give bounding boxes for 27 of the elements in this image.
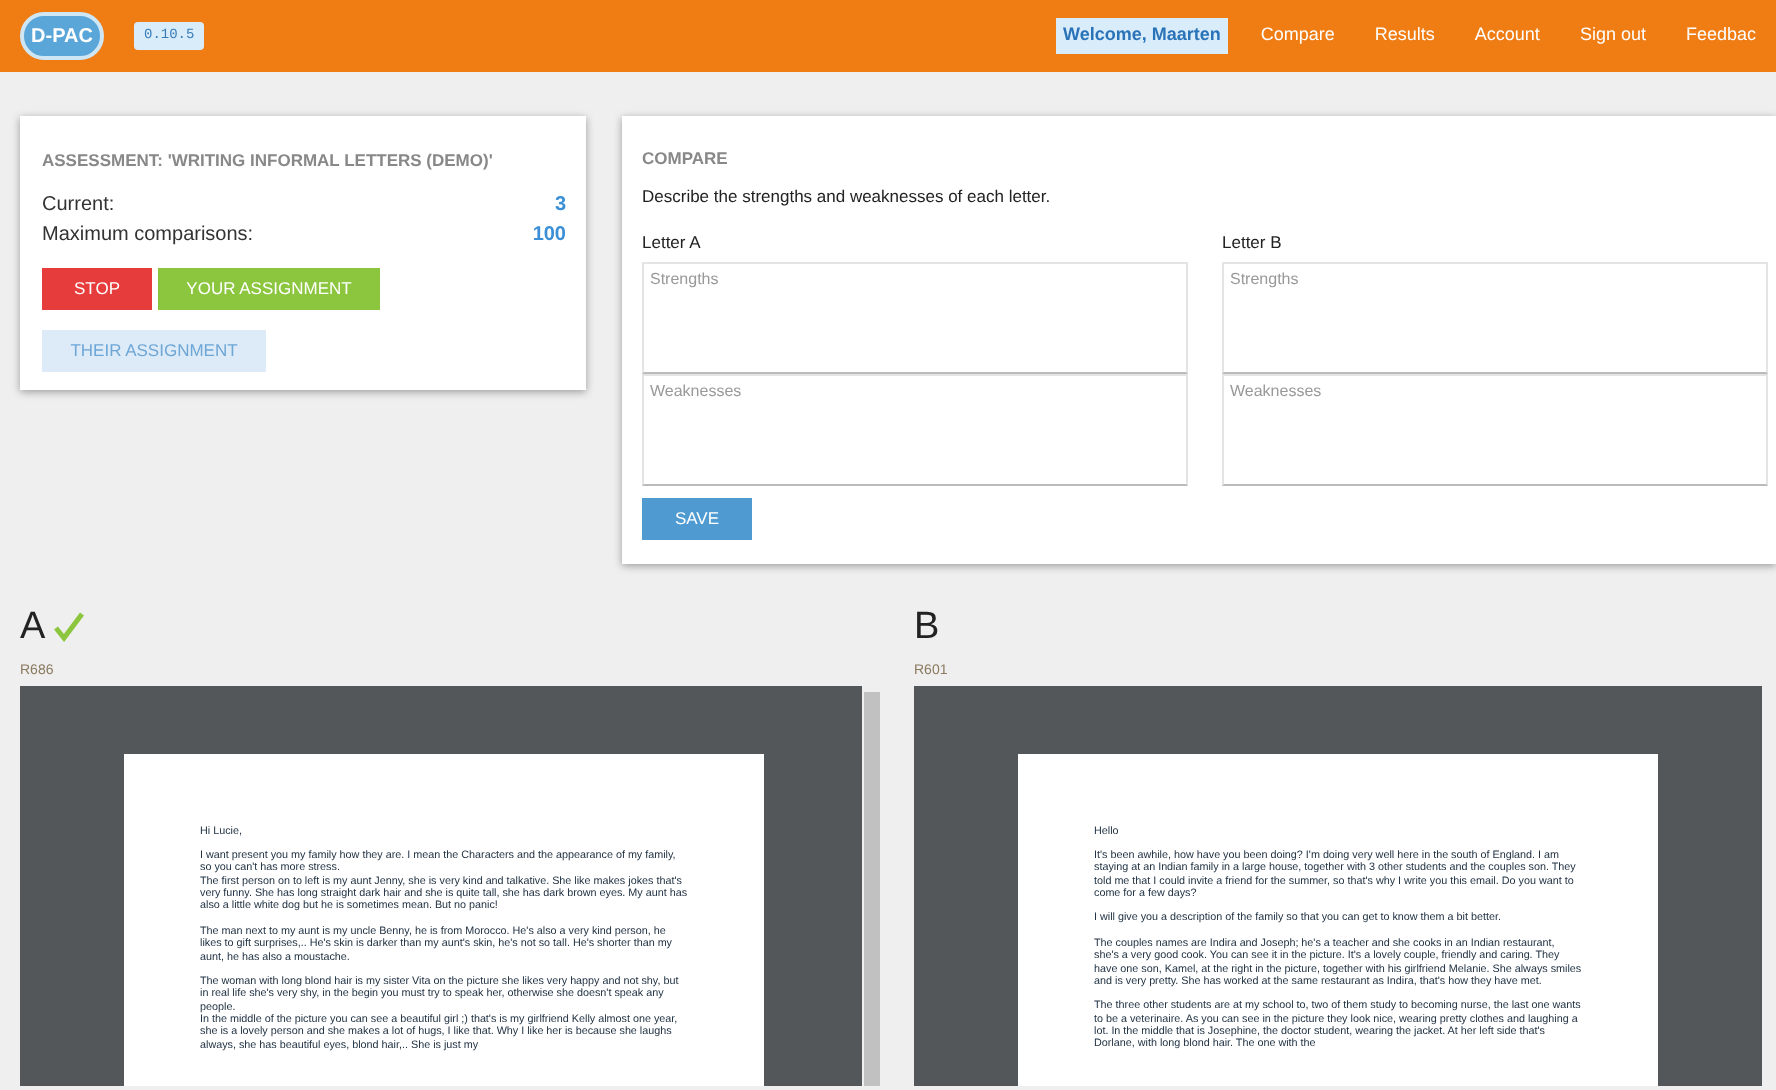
stat-label: Maximum comparisons: xyxy=(42,221,254,250)
comment-field[interactable]: Strengths xyxy=(1222,262,1768,375)
assessment-button[interactable]: STOP xyxy=(42,267,152,310)
logo[interactable]: D-PAC xyxy=(20,12,104,60)
comment-field[interactable]: Strengths xyxy=(642,262,1188,375)
letter-label: Letter A xyxy=(642,229,703,255)
checkmark-icon xyxy=(53,612,84,642)
document-heading: B xyxy=(914,608,940,646)
comment-field[interactable]: Weaknesses xyxy=(1222,374,1768,487)
assessment-title: ASSESSMENT: 'WRITING INFORMAL LETTERS (DEMO)' xyxy=(42,148,495,174)
save-button[interactable]: SAVE xyxy=(642,498,752,541)
assessment-button[interactable]: YOUR ASSIGNMENT xyxy=(158,267,380,310)
stat-label: Current: xyxy=(42,191,115,220)
stat-value: 3 xyxy=(554,191,566,220)
nav-link[interactable]: Sign out xyxy=(1559,22,1666,50)
nav-link[interactable]: Results xyxy=(1354,22,1455,50)
nav-link[interactable]: Compare xyxy=(1240,22,1355,50)
comment-field[interactable]: Weaknesses xyxy=(642,374,1188,487)
nav-link[interactable]: Account xyxy=(1454,22,1560,50)
welcome-label: Welcome, Maarten xyxy=(1055,18,1229,54)
document-heading: A xyxy=(20,608,46,646)
assessment-button[interactable]: THEIR ASSIGNMENT xyxy=(42,329,266,372)
compare-heading: COMPARE xyxy=(642,146,730,172)
stat-value: 100 xyxy=(532,221,566,250)
nav-link[interactable]: Feedbac xyxy=(1665,22,1776,50)
instruction-text: Describe the strengths and weaknesses of each letter. xyxy=(642,183,1053,209)
letter-label: Letter B xyxy=(1222,229,1284,255)
